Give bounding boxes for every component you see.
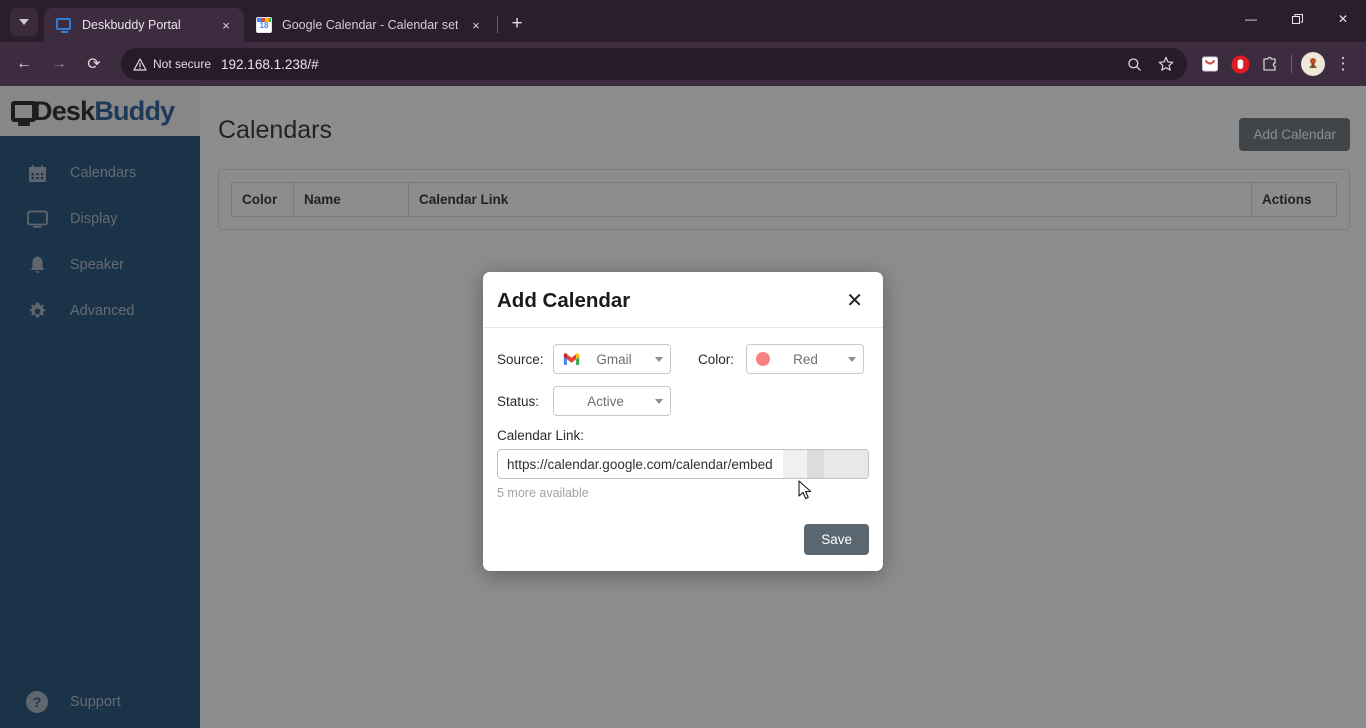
- url-text: 192.168.1.238/#: [221, 57, 1119, 72]
- stop-hand-glyph: [1231, 55, 1250, 74]
- browser-tab-deskbuddy[interactable]: Deskbuddy Portal ×: [44, 8, 244, 42]
- star-glyph: [1158, 56, 1174, 72]
- source-value: Gmail: [580, 352, 648, 367]
- browser-window: Deskbuddy Portal × 18 Google Calendar - …: [0, 0, 1366, 728]
- calendar-link-label: Calendar Link:: [497, 428, 869, 443]
- modal-title: Add Calendar: [497, 289, 630, 313]
- modal-body: Source: Gmail: [483, 328, 883, 514]
- tab-title: Deskbuddy Portal: [82, 18, 208, 32]
- back-button[interactable]: ←: [8, 48, 40, 80]
- calendar-link-input[interactable]: [497, 449, 869, 479]
- search-icon[interactable]: [1119, 49, 1149, 79]
- chevron-down-icon: [19, 19, 29, 25]
- status-select[interactable]: Active: [553, 386, 671, 416]
- extensions-puzzle-icon[interactable]: [1255, 49, 1285, 79]
- source-label: Source:: [497, 352, 553, 367]
- tab-close-icon[interactable]: ×: [217, 16, 235, 34]
- chevron-down-icon: [655, 357, 663, 362]
- modal-footer: Save: [483, 514, 883, 571]
- search-glyph: [1127, 57, 1142, 72]
- tab-separator: [497, 16, 498, 33]
- profile-avatar[interactable]: [1298, 49, 1328, 79]
- address-bar[interactable]: Not secure 192.168.1.238/#: [121, 48, 1187, 80]
- browser-menu-button[interactable]: ⋮: [1328, 49, 1358, 79]
- gmail-glyph: [563, 353, 580, 366]
- chevron-down-icon: [848, 357, 856, 362]
- tab-title: Google Calendar - Calendar set: [282, 18, 458, 32]
- color-select[interactable]: Red: [746, 344, 864, 374]
- more-available-hint: 5 more available: [497, 486, 869, 500]
- reload-button[interactable]: ⟳: [78, 48, 110, 80]
- omnibox-actions: [1119, 49, 1181, 79]
- add-calendar-modal: Add Calendar ✕ Source:: [483, 272, 883, 571]
- bookmark-star-icon[interactable]: [1151, 49, 1181, 79]
- modal-header: Add Calendar ✕: [483, 272, 883, 328]
- close-icon[interactable]: ✕: [844, 291, 865, 311]
- warning-triangle-icon: [133, 58, 147, 71]
- security-label: Not secure: [153, 57, 211, 71]
- new-tab-button[interactable]: +: [503, 10, 531, 38]
- pocket-extension-icon[interactable]: [1195, 49, 1225, 79]
- monitor-icon: [56, 17, 73, 34]
- toolbar-separator: [1291, 55, 1292, 73]
- source-select[interactable]: Gmail: [553, 344, 671, 374]
- gmail-icon: [563, 353, 580, 366]
- forward-button: →: [43, 48, 75, 80]
- browser-toolbar: ← → ⟳ Not secure 192.168.1.238/#: [0, 42, 1366, 86]
- pocket-glyph: [1201, 55, 1219, 73]
- calendar-link-field-wrap: [497, 449, 869, 479]
- source-color-row: Source: Gmail: [497, 344, 869, 374]
- minimize-icon[interactable]: —: [1228, 0, 1274, 38]
- window-controls: — ✕: [1228, 0, 1366, 38]
- color-value: Red: [770, 352, 841, 367]
- maximize-glyph: [1292, 14, 1303, 25]
- google-calendar-icon: 18: [256, 17, 273, 34]
- tab-close-icon[interactable]: ×: [467, 16, 485, 34]
- site-security-indicator[interactable]: Not secure: [133, 57, 211, 71]
- avatar: [1301, 52, 1325, 76]
- chevron-down-icon: [655, 399, 663, 404]
- status-value: Active: [563, 394, 648, 409]
- puzzle-glyph: [1261, 55, 1279, 73]
- ublock-origin-icon[interactable]: [1225, 49, 1255, 79]
- browser-tab-google-calendar[interactable]: 18 Google Calendar - Calendar set ×: [244, 8, 494, 42]
- web-page: DeskBuddy: [0, 86, 1366, 728]
- color-swatch: [756, 352, 770, 366]
- avatar-image: [1302, 53, 1324, 75]
- status-label: Status:: [497, 394, 553, 409]
- tab-strip: Deskbuddy Portal × 18 Google Calendar - …: [0, 0, 1366, 42]
- status-row: Status: Active: [497, 386, 869, 416]
- tab-search-button[interactable]: [10, 8, 38, 36]
- maximize-icon[interactable]: [1274, 0, 1320, 38]
- color-label: Color:: [698, 352, 746, 367]
- save-button[interactable]: Save: [804, 524, 869, 555]
- close-icon[interactable]: ✕: [1320, 0, 1366, 38]
